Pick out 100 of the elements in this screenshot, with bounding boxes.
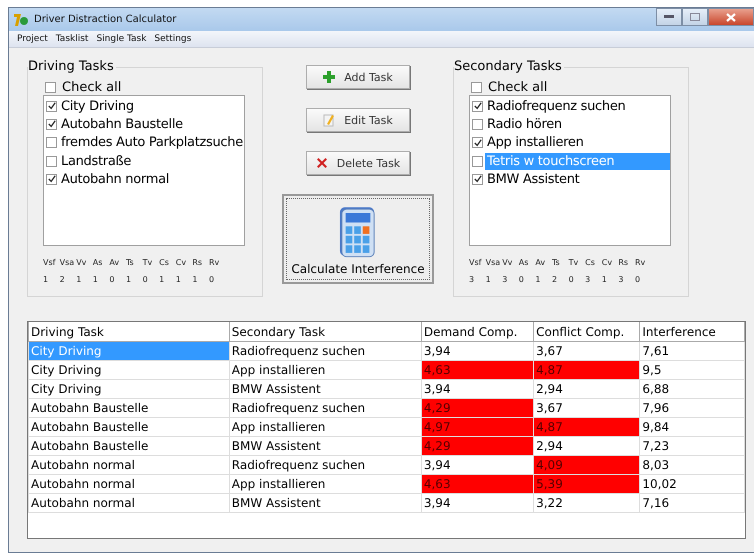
code-value: 0 xyxy=(208,275,216,284)
column-header[interactable]: Conflict Comp. xyxy=(534,322,640,342)
checkbox-icon[interactable] xyxy=(46,100,57,112)
task-list-item[interactable]: Landstraße xyxy=(46,152,244,170)
table-cell: BMW Assistent xyxy=(229,494,422,512)
code-value: 1 xyxy=(126,275,132,284)
table-cell: 5,39 xyxy=(534,474,640,494)
code-value: 1 xyxy=(159,275,166,284)
check-all-checkbox[interactable]: Check all xyxy=(469,79,688,95)
task-label: Autobahn Baustelle xyxy=(60,116,184,133)
delete-task-button[interactable]: Delete Task xyxy=(306,151,410,175)
table-cell: Radiofrequenz suchen xyxy=(229,398,422,418)
menu-item[interactable]: Settings xyxy=(150,31,196,47)
table-cell: 10,02 xyxy=(640,474,744,494)
task-list-item[interactable]: City Driving xyxy=(46,97,244,116)
code-value: 0 xyxy=(568,275,575,284)
calculator-icon xyxy=(339,206,377,258)
code-label: Vsf xyxy=(43,258,57,267)
minimize-button[interactable] xyxy=(656,8,682,26)
table-cell: Autobahn normal xyxy=(28,474,230,494)
table-cell: 4,87 xyxy=(534,360,640,380)
code-label: As xyxy=(518,258,530,267)
table-cell: City Driving xyxy=(28,380,230,398)
table-cell: BMW Assistent xyxy=(229,436,422,456)
edit-task-button[interactable]: Edit Task xyxy=(306,108,410,132)
code-label: Cs xyxy=(585,258,596,267)
task-label: Radiofrequenz suchen xyxy=(486,98,626,115)
checkbox-icon[interactable] xyxy=(471,82,482,92)
code-label: Tv xyxy=(568,258,580,267)
table-cell: 7,96 xyxy=(640,398,744,418)
menu-item[interactable]: Tasklist xyxy=(52,31,92,47)
checkbox-icon[interactable] xyxy=(472,100,483,112)
code-label: Ts xyxy=(126,258,135,267)
checkbox-icon[interactable] xyxy=(472,174,483,185)
task-label: City Driving xyxy=(60,98,135,115)
checkbox-icon[interactable] xyxy=(45,82,56,92)
table-cell: 2,94 xyxy=(534,380,640,398)
code-label: Tv xyxy=(142,258,154,267)
task-list-item[interactable]: Radiofrequenz suchen xyxy=(472,97,670,116)
table-cell: City Driving xyxy=(28,342,230,360)
checkbox-icon[interactable] xyxy=(46,118,57,130)
table-cell: App installieren xyxy=(229,360,422,380)
code-value: 0 xyxy=(634,275,642,284)
table-cell: 3,94 xyxy=(421,494,534,512)
code-label: Vsf xyxy=(469,258,483,267)
code-value: 1 xyxy=(486,275,492,284)
task-list-item[interactable]: Radio hören xyxy=(472,115,670,134)
column-header[interactable]: Interference xyxy=(640,322,744,342)
close-button[interactable] xyxy=(708,8,754,26)
menu-item[interactable]: Single Task xyxy=(92,31,150,47)
code-value: 0 xyxy=(109,275,116,284)
task-label: Landstraße xyxy=(60,152,132,170)
table-cell: Autobahn normal xyxy=(28,456,230,474)
app-icon xyxy=(13,12,29,28)
task-list-item[interactable]: BMW Assistent xyxy=(472,170,670,188)
task-list-item[interactable]: App installieren xyxy=(472,134,670,152)
table-cell: Autobahn Baustelle xyxy=(28,436,230,456)
table-cell: 4,29 xyxy=(421,436,534,456)
add-task-button[interactable]: Add Task xyxy=(306,65,410,89)
column-header[interactable]: Demand Comp. xyxy=(421,322,534,342)
checkbox-icon[interactable] xyxy=(46,174,57,185)
task-list-item[interactable]: Autobahn Baustelle xyxy=(46,115,244,134)
code-value: 3 xyxy=(585,275,592,284)
table-cell: 9,5 xyxy=(640,360,744,380)
table-cell: 4,09 xyxy=(534,456,640,474)
maximize-icon xyxy=(690,13,700,21)
code-label: Rv xyxy=(208,258,220,267)
checkbox-icon[interactable] xyxy=(472,137,483,148)
task-label: App installieren xyxy=(486,134,585,152)
maximize-button[interactable] xyxy=(682,8,708,26)
minimize-icon xyxy=(664,15,674,19)
code-label: Av xyxy=(109,258,120,267)
code-value: 2 xyxy=(552,275,558,284)
code-label: Cs xyxy=(159,258,170,267)
checkbox-icon[interactable] xyxy=(46,156,57,167)
code-value: 2 xyxy=(60,275,66,284)
column-header[interactable]: Secondary Task xyxy=(229,322,422,342)
table-cell: Autobahn Baustelle xyxy=(28,418,230,436)
code-label: Rs xyxy=(192,258,204,267)
table-cell: App installieren xyxy=(229,474,422,494)
table-cell: Autobahn Baustelle xyxy=(28,398,230,418)
table-cell: 4,87 xyxy=(534,418,640,436)
task-list-item[interactable]: Autobahn normal xyxy=(46,170,244,188)
check-all-checkbox[interactable]: Check all xyxy=(43,79,262,95)
menu-item[interactable]: Project xyxy=(13,31,52,47)
table-cell: Radiofrequenz suchen xyxy=(229,456,422,474)
table-cell: 9,84 xyxy=(640,418,744,436)
calculate-button[interactable]: Calculate Interference xyxy=(282,194,434,284)
table-cell: BMW Assistent xyxy=(229,380,422,398)
table-cell: 7,16 xyxy=(640,494,744,512)
code-value: 0 xyxy=(142,275,149,284)
checkbox-icon[interactable] xyxy=(472,118,483,130)
code-label: Vv xyxy=(76,258,88,267)
task-label: Radio hören xyxy=(486,116,563,133)
column-header[interactable]: Driving Task xyxy=(28,322,230,342)
code-value: 3 xyxy=(469,275,476,284)
checkbox-icon[interactable] xyxy=(472,156,483,167)
checkbox-icon[interactable] xyxy=(46,137,57,148)
code-value: 3 xyxy=(618,275,624,284)
table-cell: App installieren xyxy=(229,418,422,436)
